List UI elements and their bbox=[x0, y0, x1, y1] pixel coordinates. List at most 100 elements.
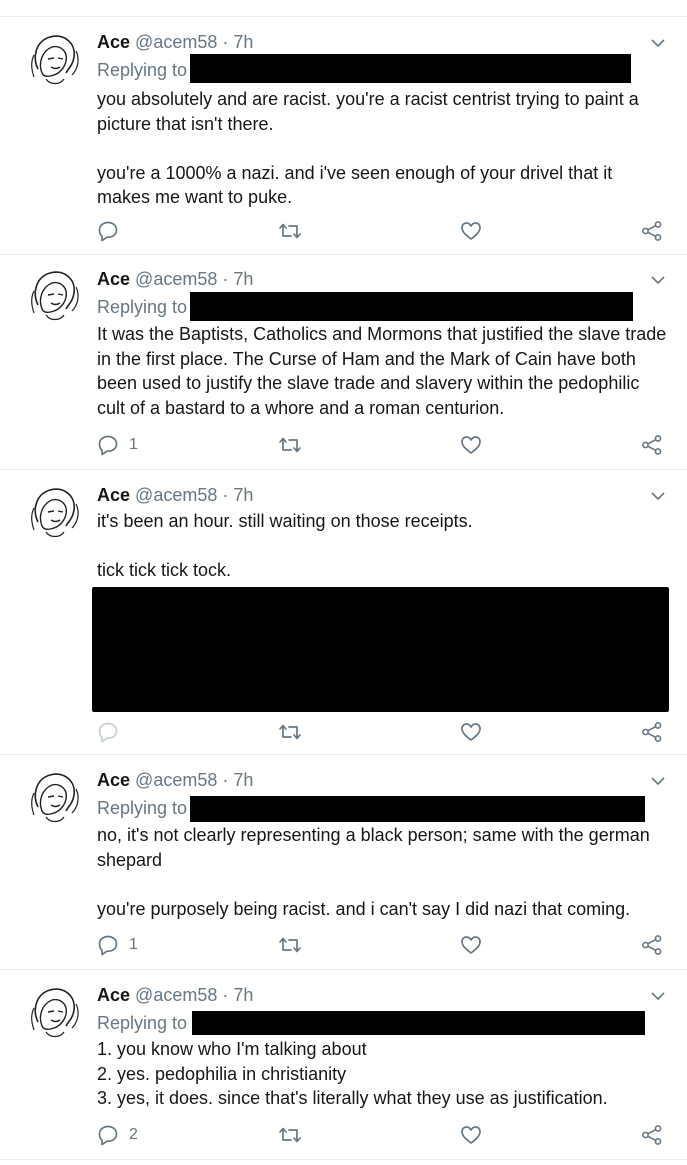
user-handle[interactable]: @acem58 bbox=[135, 485, 217, 505]
like-icon bbox=[461, 936, 481, 954]
display-name[interactable]: Ace bbox=[97, 269, 130, 289]
replying-to-label: Replying to bbox=[97, 60, 188, 80]
share-button[interactable] bbox=[641, 219, 663, 243]
share-icon bbox=[642, 435, 662, 455]
avatar[interactable] bbox=[24, 482, 86, 544]
list-item: 3. yes, it does. since that's literally … bbox=[97, 1088, 608, 1108]
tweet-text: no, it's not clearly representing a blac… bbox=[97, 823, 667, 921]
display-name[interactable]: Ace bbox=[97, 985, 130, 1005]
tweet[interactable]: Ace @acem58 · 7h Replying to you absolut… bbox=[0, 17, 687, 255]
like-button[interactable] bbox=[460, 433, 482, 457]
tweet-text: It was the Baptists, Catholics and Mormo… bbox=[97, 322, 667, 420]
share-button[interactable] bbox=[641, 933, 663, 957]
share-button[interactable] bbox=[641, 433, 663, 457]
retweet-button[interactable] bbox=[278, 433, 302, 457]
separator-dot: · bbox=[222, 269, 229, 289]
chevron-down-icon[interactable] bbox=[650, 35, 666, 51]
user-handle[interactable]: @acem58 bbox=[135, 770, 217, 790]
reply-button[interactable]: 1 bbox=[97, 933, 138, 957]
reply-button[interactable] bbox=[97, 720, 129, 744]
share-icon bbox=[642, 935, 662, 955]
timestamp[interactable]: 7h bbox=[233, 485, 253, 505]
share-button[interactable] bbox=[641, 1123, 663, 1147]
avatar[interactable] bbox=[24, 982, 86, 1044]
reply-button[interactable]: 1 bbox=[97, 433, 138, 457]
replying-to-label: Replying to bbox=[97, 1013, 188, 1033]
like-icon bbox=[461, 1126, 481, 1144]
redacted-username-block bbox=[192, 1011, 645, 1035]
reply-icon bbox=[98, 722, 118, 743]
separator-dot: · bbox=[222, 985, 229, 1005]
avatar-drawing bbox=[31, 35, 79, 85]
tweet-paragraph: tick tick tick tock. bbox=[97, 560, 232, 580]
tweet-paragraph: you absolutely and are racist. you're a … bbox=[97, 89, 639, 134]
replying-to-label: Replying to bbox=[97, 297, 188, 317]
like-icon bbox=[461, 436, 481, 454]
separator-dot: · bbox=[222, 770, 229, 790]
avatar[interactable] bbox=[24, 767, 86, 829]
retweet-button[interactable] bbox=[278, 720, 302, 744]
display-name[interactable]: Ace bbox=[97, 32, 130, 52]
tweet[interactable]: Ace @acem58 · 7h Replying to no, it's no… bbox=[0, 755, 687, 970]
redacted-media-block[interactable] bbox=[92, 587, 669, 712]
tweet-header: Ace @acem58 · 7h bbox=[97, 769, 253, 791]
timestamp[interactable]: 7h bbox=[233, 770, 253, 790]
tweet-text: it's been an hour. still waiting on thos… bbox=[97, 509, 667, 583]
reply-button[interactable] bbox=[97, 219, 129, 243]
reply-button[interactable]: 2 bbox=[97, 1123, 138, 1147]
tweet-header: Ace @acem58 · 7h bbox=[97, 31, 253, 53]
chevron-down-icon[interactable] bbox=[650, 773, 666, 789]
avatar[interactable] bbox=[24, 265, 86, 327]
display-name[interactable]: Ace bbox=[97, 770, 130, 790]
avatar-drawing bbox=[31, 271, 79, 321]
chevron-down-icon[interactable] bbox=[650, 488, 666, 504]
like-button[interactable] bbox=[460, 1123, 482, 1147]
like-icon bbox=[461, 222, 481, 240]
reply-count: 2 bbox=[129, 1126, 138, 1143]
tweet[interactable]: Ace @acem58 · 7h Replying to 1. you know… bbox=[0, 970, 687, 1160]
retweet-button[interactable] bbox=[278, 219, 302, 243]
retweet-icon bbox=[279, 437, 301, 453]
retweet-button[interactable] bbox=[278, 1123, 302, 1147]
replying-to-label: Replying to bbox=[97, 798, 188, 818]
tweet[interactable]: Ace @acem58 · 7h Replying to It was the … bbox=[0, 255, 687, 470]
tweet-paragraph: it's been an hour. still waiting on thos… bbox=[97, 511, 473, 531]
avatar-drawing bbox=[31, 488, 79, 538]
timestamp[interactable]: 7h bbox=[233, 32, 253, 52]
like-button[interactable] bbox=[460, 219, 482, 243]
avatar-drawing bbox=[31, 773, 79, 823]
timestamp[interactable]: 7h bbox=[233, 985, 253, 1005]
user-handle[interactable]: @acem58 bbox=[135, 985, 217, 1005]
like-button[interactable] bbox=[460, 933, 482, 957]
chevron-down-icon[interactable] bbox=[650, 272, 666, 288]
tweet-paragraph: you're a 1000% a nazi. and i've seen eno… bbox=[97, 162, 613, 208]
list-item: 2. yes. pedophilia in christianity bbox=[97, 1063, 347, 1084]
share-button[interactable] bbox=[641, 720, 663, 744]
retweet-icon bbox=[279, 1127, 301, 1143]
list-item: 1. you know who I'm talking about bbox=[97, 1039, 367, 1059]
retweet-icon bbox=[279, 937, 301, 953]
timestamp[interactable]: 7h bbox=[233, 269, 253, 289]
redacted-username-block bbox=[190, 54, 631, 83]
avatar[interactable] bbox=[24, 29, 86, 91]
tweet-header: Ace @acem58 · 7h bbox=[97, 984, 253, 1006]
tweet-text: 1. you know who I'm talking about 2. yes… bbox=[97, 1037, 667, 1111]
retweet-icon bbox=[279, 223, 301, 239]
share-icon bbox=[642, 722, 662, 742]
tweet[interactable]: Ace @acem58 · 7h it's been an hour. stil… bbox=[0, 470, 687, 755]
share-icon bbox=[642, 221, 662, 241]
chevron-down-icon[interactable] bbox=[650, 988, 666, 1004]
reply-count: 1 bbox=[129, 436, 138, 453]
display-name[interactable]: Ace bbox=[97, 485, 130, 505]
separator-dot: · bbox=[222, 485, 229, 505]
share-icon bbox=[642, 1125, 662, 1145]
like-button[interactable] bbox=[460, 720, 482, 744]
redacted-username-block bbox=[190, 292, 633, 321]
like-icon bbox=[461, 723, 481, 741]
separator-dot: · bbox=[222, 32, 229, 52]
retweet-button[interactable] bbox=[278, 933, 302, 957]
user-handle[interactable]: @acem58 bbox=[135, 269, 217, 289]
tweet-paragraph: you're purposely being racist. and i can… bbox=[97, 898, 631, 919]
tweet-paragraph: no, it's not clearly representing a blac… bbox=[97, 825, 650, 870]
user-handle[interactable]: @acem58 bbox=[135, 32, 217, 52]
